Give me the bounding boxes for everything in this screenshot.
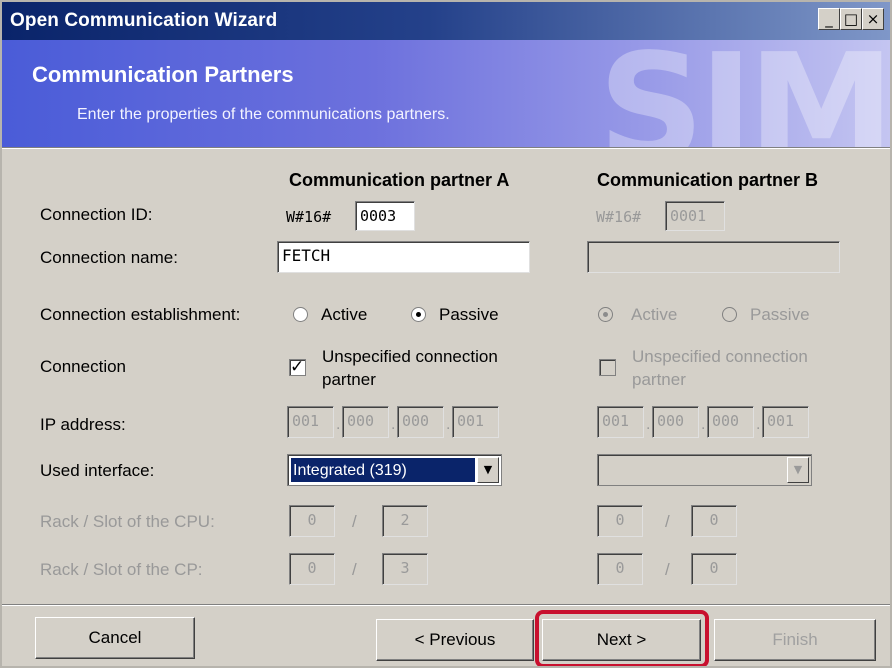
window-title: Open Communication Wizard: [10, 10, 278, 31]
header-subtitle: Enter the properties of the communicatio…: [77, 106, 450, 123]
partner-b-active-radio[interactable]: [598, 307, 613, 322]
partner-b-cpu-rack[interactable]: 0: [597, 505, 643, 537]
slash-separator: /: [665, 512, 670, 531]
partner-b-ip-octet-4[interactable]: 001: [762, 406, 809, 438]
chevron-down-icon[interactable]: ▼: [477, 457, 499, 483]
partner-a-id-prefix: W#16#: [286, 208, 332, 226]
partner-b-unspecified-label-line1[interactable]: Unspecified connection: [632, 347, 808, 367]
rack-slot-cpu-label: Rack / Slot of the CPU:: [40, 512, 215, 531]
partner-a-active-radio[interactable]: [293, 307, 308, 322]
previous-button[interactable]: < Previous: [376, 619, 534, 661]
partner-b-passive-label[interactable]: Passive: [750, 305, 810, 325]
connection-name-label: Connection name:: [40, 248, 178, 267]
ip-dot: .: [391, 416, 396, 433]
footer-divider: [2, 604, 890, 606]
header-divider: [2, 147, 890, 149]
title-bar[interactable]: Open Communication Wizard _ □ ×: [2, 2, 890, 40]
partner-b-ip-octet-2[interactable]: 000: [652, 406, 699, 438]
partner-a-unspecified-label-line2[interactable]: partner: [322, 370, 376, 390]
ip-dot: .: [756, 416, 761, 433]
partner-b-unspecified-label-line2[interactable]: partner: [632, 370, 686, 390]
ip-address-label: IP address:: [40, 415, 126, 434]
partner-a-unspecified-label-line1[interactable]: Unspecified connection: [322, 347, 498, 367]
partner-a-name-input[interactable]: FETCH: [277, 241, 530, 273]
connection-establishment-label: Connection establishment:: [40, 305, 241, 324]
wizard-header: SIM Communication Partners Enter the pro…: [2, 40, 890, 147]
partner-a-cp-slot[interactable]: 3: [382, 553, 428, 585]
partner-b-cpu-slot[interactable]: 0: [691, 505, 737, 537]
partner-b-name-input[interactable]: [587, 241, 840, 273]
partner-a-cp-rack[interactable]: 0: [289, 553, 335, 585]
partner-a-passive-label[interactable]: Passive: [439, 305, 499, 325]
partner-b-cp-rack[interactable]: 0: [597, 553, 643, 585]
connection-id-label: Connection ID:: [40, 205, 153, 224]
partner-b-active-label[interactable]: Active: [631, 305, 677, 325]
partner-a-id-input[interactable]: 0003: [355, 201, 415, 231]
siemens-watermark: SIM: [598, 40, 890, 147]
partner-b-interface-select[interactable]: ▼: [597, 454, 812, 486]
partner-b-id-prefix: W#16#: [596, 208, 642, 226]
wizard-window: Open Communication Wizard _ □ × SIM Comm…: [0, 0, 892, 668]
maximize-button[interactable]: □: [840, 8, 862, 30]
used-interface-label: Used interface:: [40, 461, 155, 480]
close-button[interactable]: ×: [862, 8, 884, 30]
finish-button[interactable]: Finish: [714, 619, 876, 661]
partner-b-passive-radio[interactable]: [722, 307, 737, 322]
minimize-button[interactable]: _: [818, 8, 840, 30]
ip-dot: .: [446, 416, 451, 433]
partner-a-ip-octet-4[interactable]: 001: [452, 406, 499, 438]
partner-a-cpu-slot[interactable]: 2: [382, 505, 428, 537]
header-title: Communication Partners: [32, 62, 294, 87]
connection-label: Connection: [40, 357, 127, 376]
next-button[interactable]: Next >: [542, 619, 701, 661]
partner-a-active-label[interactable]: Active: [321, 305, 367, 325]
partner-a-ip-octet-2[interactable]: 000: [342, 406, 389, 438]
partner-b-id-input[interactable]: 0001: [665, 201, 725, 231]
rack-slot-cp-label: Rack / Slot of the CP:: [40, 560, 203, 579]
slash-separator: /: [352, 560, 357, 579]
slash-separator: /: [665, 560, 670, 579]
partner-a-cpu-rack[interactable]: 0: [289, 505, 335, 537]
column-heading-partner-b: Communication partner B: [597, 170, 819, 190]
ip-dot: .: [336, 416, 341, 433]
partner-b-ip-octet-3[interactable]: 000: [707, 406, 754, 438]
column-heading-partner-a: Communication partner A: [289, 170, 510, 190]
partner-b-unspecified-checkbox[interactable]: [599, 359, 616, 376]
ip-dot: .: [701, 416, 706, 433]
partner-a-ip-octet-3[interactable]: 000: [397, 406, 444, 438]
cancel-button[interactable]: Cancel: [35, 617, 195, 659]
partner-a-passive-radio[interactable]: [411, 307, 426, 322]
chevron-down-icon[interactable]: ▼: [787, 457, 809, 483]
partner-b-ip-octet-1[interactable]: 001: [597, 406, 644, 438]
partner-a-interface-value: Integrated (319): [291, 458, 475, 482]
checkmark-icon: ✓: [290, 357, 305, 377]
partner-a-interface-select[interactable]: Integrated (319) ▼: [287, 454, 502, 486]
slash-separator: /: [352, 512, 357, 531]
partner-b-cp-slot[interactable]: 0: [691, 553, 737, 585]
partner-a-ip-octet-1[interactable]: 001: [287, 406, 334, 438]
partner-a-unspecified-checkbox[interactable]: ✓: [289, 357, 306, 377]
ip-dot: .: [646, 416, 651, 433]
